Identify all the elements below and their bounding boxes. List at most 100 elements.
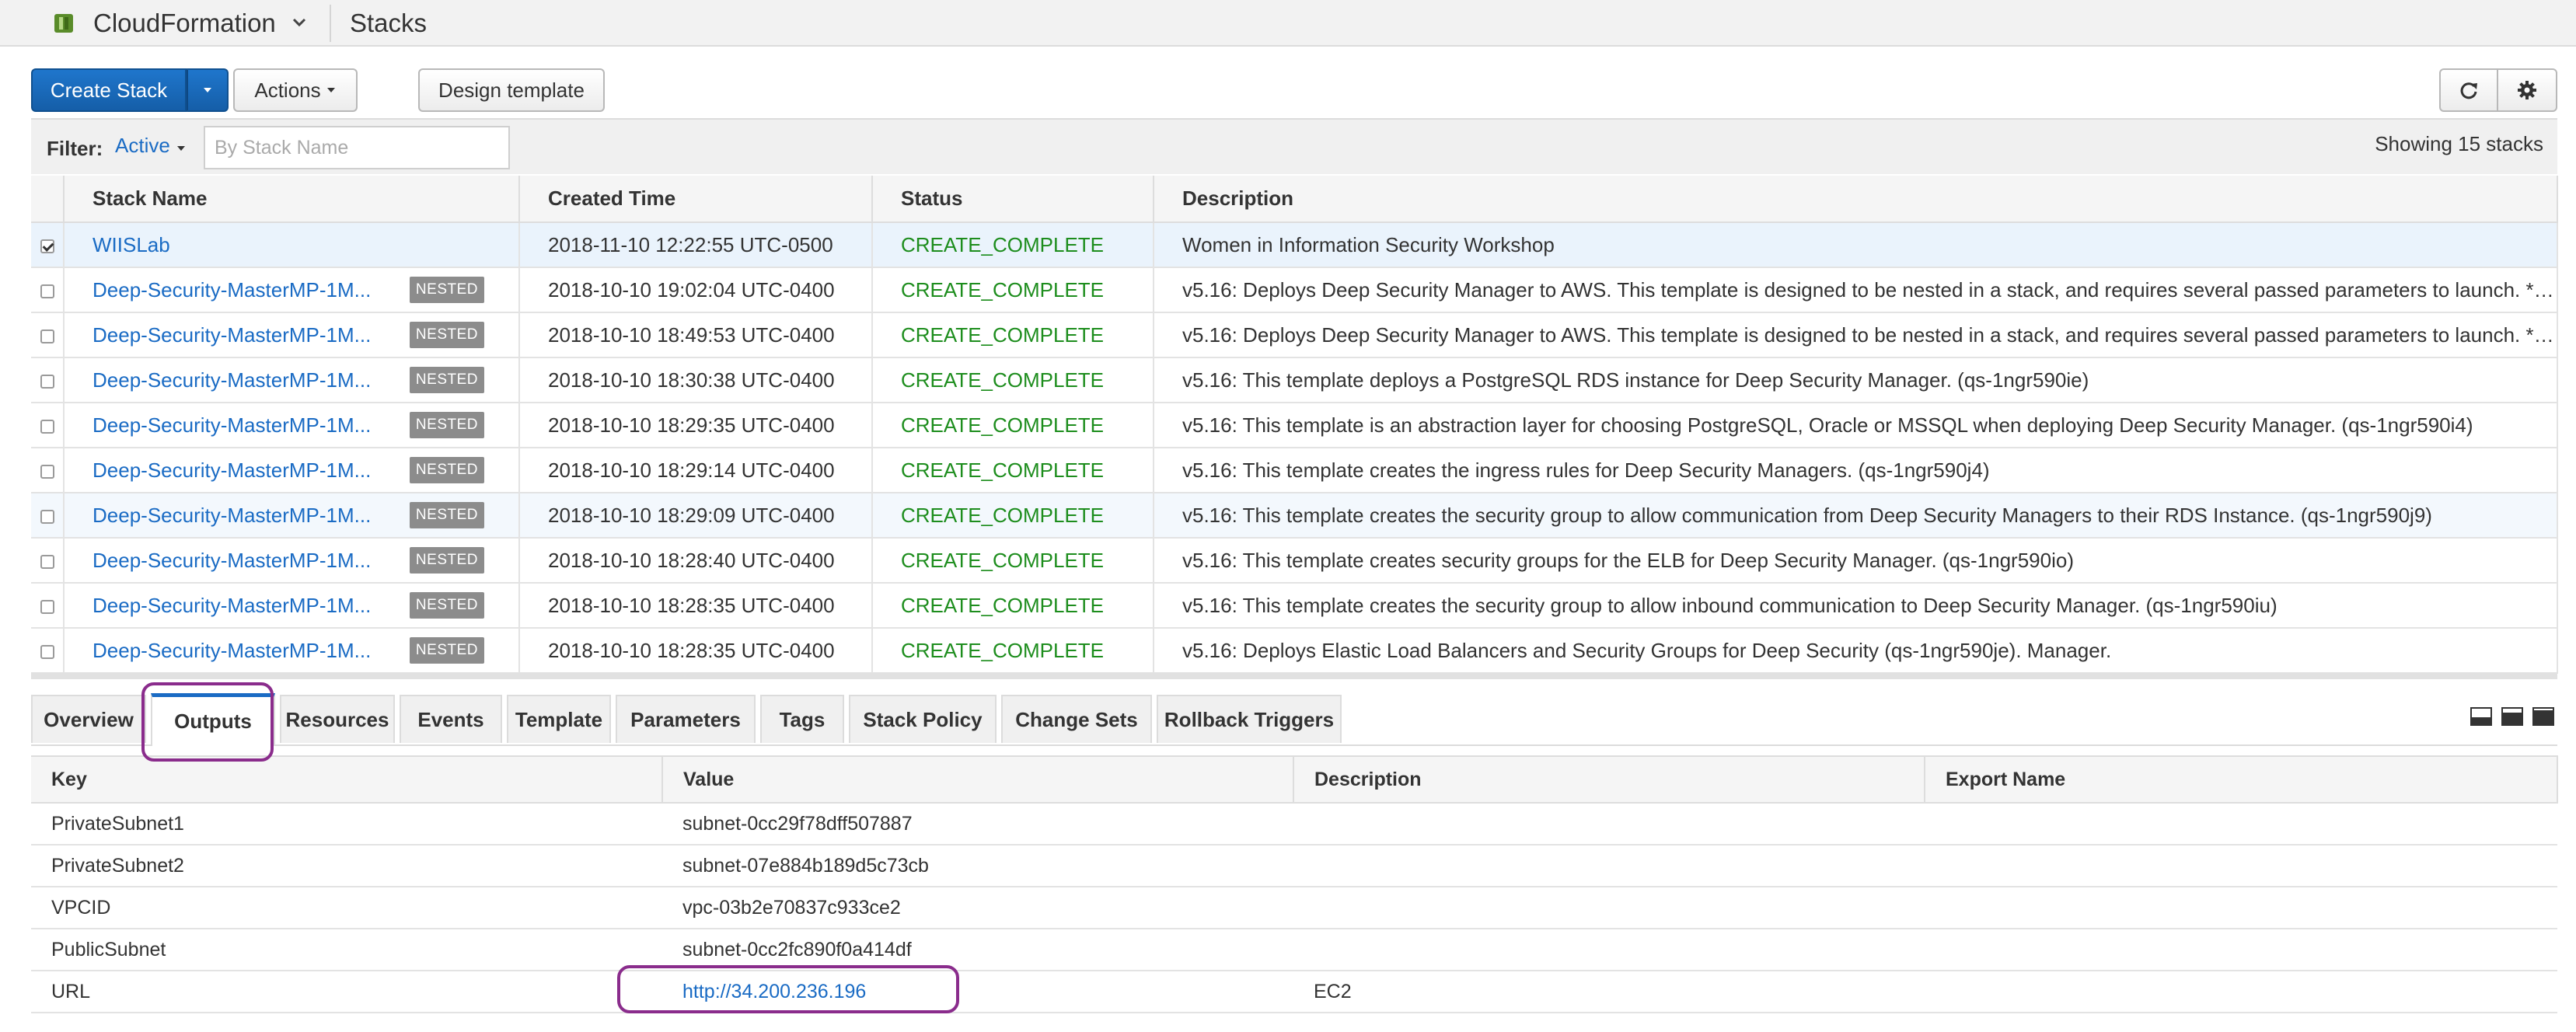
stack-name-link[interactable]: Deep-Security-MasterMP-1M... — [92, 278, 371, 302]
tab-tags[interactable]: Tags — [760, 695, 844, 743]
output-export-cell — [1925, 887, 2557, 929]
stack-row[interactable]: Deep-Security-MasterMP-1M... NESTED 2018-1… — [31, 403, 2558, 448]
status-cell: CREATE_COMPLETE — [872, 448, 1154, 493]
tab-parameters[interactable]: Parameters — [616, 695, 756, 743]
stack-name-link[interactable]: Deep-Security-MasterMP-1M... — [92, 549, 371, 573]
output-export-cell — [1925, 971, 2557, 1013]
created-time-cell: 2018-10-10 19:02:04 UTC-0400 — [519, 267, 873, 313]
output-row: URL http://34.200.236.196 EC2 — [31, 971, 2557, 1013]
row-checkbox[interactable] — [40, 644, 54, 659]
status-cell: CREATE_COMPLETE — [872, 312, 1154, 358]
stack-row[interactable]: Deep-Security-MasterMP-1M... NESTED 2018-1… — [31, 583, 2558, 629]
stack-row[interactable]: Deep-Security-MasterMP-1M... NESTED 2018-1… — [31, 493, 2558, 539]
design-template-button[interactable]: Design template — [418, 68, 605, 112]
stack-name-wrap: Deep-Security-MasterMP-1M... NESTED — [92, 367, 518, 393]
cloudformation-icon[interactable] — [51, 11, 76, 36]
stack-name-link[interactable]: Deep-Security-MasterMP-1M... — [92, 594, 371, 618]
column-header-created-time[interactable]: Created Time — [519, 176, 873, 223]
stack-name-link[interactable]: Deep-Security-MasterMP-1M... — [92, 368, 371, 392]
column-header-output-description[interactable]: Description — [1293, 755, 1925, 804]
tab-rollback-triggers[interactable]: Rollback Triggers — [1157, 695, 1342, 743]
output-export-cell — [1925, 929, 2557, 971]
nav-divider — [330, 5, 331, 42]
row-checkbox[interactable] — [40, 374, 54, 389]
column-header-description[interactable]: Description — [1154, 176, 2558, 223]
row-checkbox[interactable] — [40, 509, 54, 524]
annotation-url-highlight — [617, 965, 959, 1013]
refresh-button[interactable] — [2439, 68, 2498, 112]
chevron-down-icon[interactable] — [289, 11, 309, 34]
stack-name-link[interactable]: Deep-Security-MasterMP-1M... — [92, 458, 371, 483]
column-header-export-name[interactable]: Export Name — [1925, 755, 2558, 804]
column-header-stack-name[interactable]: Stack Name — [64, 176, 520, 223]
row-checkbox[interactable] — [40, 464, 54, 479]
actions-button[interactable]: Actions — [233, 68, 358, 112]
description-cell: v5.16: Deploys Elastic Load Balancers an… — [1154, 628, 2558, 674]
row-checkbox[interactable] — [40, 284, 54, 298]
panel-bottom-icon[interactable] — [2470, 707, 2492, 726]
stack-name-cell: Deep-Security-MasterMP-1M... NESTED — [64, 448, 520, 493]
stack-name-link[interactable]: Deep-Security-MasterMP-1M... — [92, 323, 371, 347]
filter-status-dropdown[interactable]: Active — [115, 134, 187, 158]
stack-row[interactable]: Deep-Security-MasterMP-1M... NESTED 2018-1… — [31, 312, 2558, 358]
created-time-cell: 2018-10-10 18:29:14 UTC-0400 — [519, 448, 873, 493]
created-time-cell: 2018-10-10 18:49:53 UTC-0400 — [519, 312, 873, 358]
create-stack-button[interactable]: Create Stack — [31, 68, 187, 112]
tab-events[interactable]: Events — [400, 695, 502, 743]
created-time-cell: 2018-10-10 18:28:40 UTC-0400 — [519, 538, 873, 584]
tab-resources[interactable]: Resources — [280, 695, 395, 743]
stack-row[interactable]: WIISLab 2018-11-10 12:22:55 UTC-0500 CREAT… — [31, 222, 2558, 268]
stack-row[interactable]: Deep-Security-MasterMP-1M... NESTED 2018-1… — [31, 538, 2558, 584]
output-key-cell: PublicSubnet — [31, 929, 662, 971]
tab-stack-policy[interactable]: Stack Policy — [849, 695, 997, 743]
stack-row[interactable]: Deep-Security-MasterMP-1M... NESTED 2018-1… — [31, 628, 2558, 674]
output-value-cell: subnet-0cc2fc890f0a414df — [662, 929, 1293, 971]
row-checkbox[interactable] — [40, 599, 54, 614]
refresh-icon — [2460, 82, 2477, 99]
stack-row[interactable]: Deep-Security-MasterMP-1M... NESTED 2018-1… — [31, 357, 2558, 403]
stack-name-link[interactable]: Deep-Security-MasterMP-1M... — [92, 504, 371, 528]
tab-template[interactable]: Template — [507, 695, 611, 743]
tab-overview[interactable]: Overview — [31, 695, 146, 743]
stack-row[interactable]: Deep-Security-MasterMP-1M... NESTED 2018-1… — [31, 267, 2558, 313]
stack-name-cell: Deep-Security-MasterMP-1M... NESTED — [64, 538, 520, 584]
header-select-column — [31, 176, 65, 223]
output-row: PrivateSubnet1 subnet-0cc29f78dff507887 — [31, 803, 2557, 845]
stack-row[interactable]: Deep-Security-MasterMP-1M... NESTED 2018-1… — [31, 448, 2558, 493]
panel-resize-handle[interactable] — [31, 673, 2557, 679]
stack-name-link[interactable]: WIISLab — [92, 233, 170, 257]
stack-name-wrap: Deep-Security-MasterMP-1M... NESTED — [92, 502, 518, 528]
column-header-value[interactable]: Value — [662, 755, 1294, 804]
output-value-text: subnet-0cc29f78dff507887 — [682, 812, 913, 835]
service-name[interactable]: CloudFormation — [93, 8, 276, 39]
column-header-status[interactable]: Status — [872, 176, 1154, 223]
stack-name-wrap: Deep-Security-MasterMP-1M... NESTED — [92, 412, 518, 438]
settings-button[interactable] — [2497, 68, 2557, 112]
tab-strip-border — [31, 744, 2557, 746]
stack-name-search-input[interactable] — [204, 126, 510, 169]
row-checkbox[interactable] — [40, 419, 54, 434]
row-checkbox[interactable] — [40, 329, 54, 343]
panel-full-icon[interactable] — [2532, 707, 2554, 726]
stack-name-cell: Deep-Security-MasterMP-1M... NESTED — [64, 493, 520, 539]
actions-label: Actions — [254, 78, 321, 102]
tab-change-sets[interactable]: Change Sets — [1001, 695, 1152, 743]
output-value-cell: vpc-03b2e70837c933ce2 — [662, 887, 1293, 929]
nested-badge: NESTED — [409, 637, 484, 664]
row-checkbox[interactable] — [40, 239, 54, 253]
output-description-cell — [1293, 845, 1925, 887]
nested-badge: NESTED — [409, 502, 484, 528]
column-header-key[interactable]: Key — [31, 755, 663, 804]
stack-name-link[interactable]: Deep-Security-MasterMP-1M... — [92, 413, 371, 438]
description-cell: v5.16: Deploys Deep Security Manager to … — [1154, 267, 2558, 313]
stack-name-link[interactable]: Deep-Security-MasterMP-1M... — [92, 639, 371, 663]
caret-down-icon — [177, 146, 186, 151]
output-description-cell: EC2 — [1293, 971, 1925, 1013]
annotation-outputs-highlight — [141, 682, 274, 762]
breadcrumb-stacks[interactable]: Stacks — [350, 8, 427, 39]
row-checkbox[interactable] — [40, 554, 54, 569]
panel-split-icon[interactable] — [2501, 707, 2523, 726]
create-stack-dropdown-button[interactable] — [187, 68, 229, 112]
output-value-text: vpc-03b2e70837c933ce2 — [682, 896, 901, 919]
description-cell: v5.16: Deploys Deep Security Manager to … — [1154, 312, 2558, 358]
